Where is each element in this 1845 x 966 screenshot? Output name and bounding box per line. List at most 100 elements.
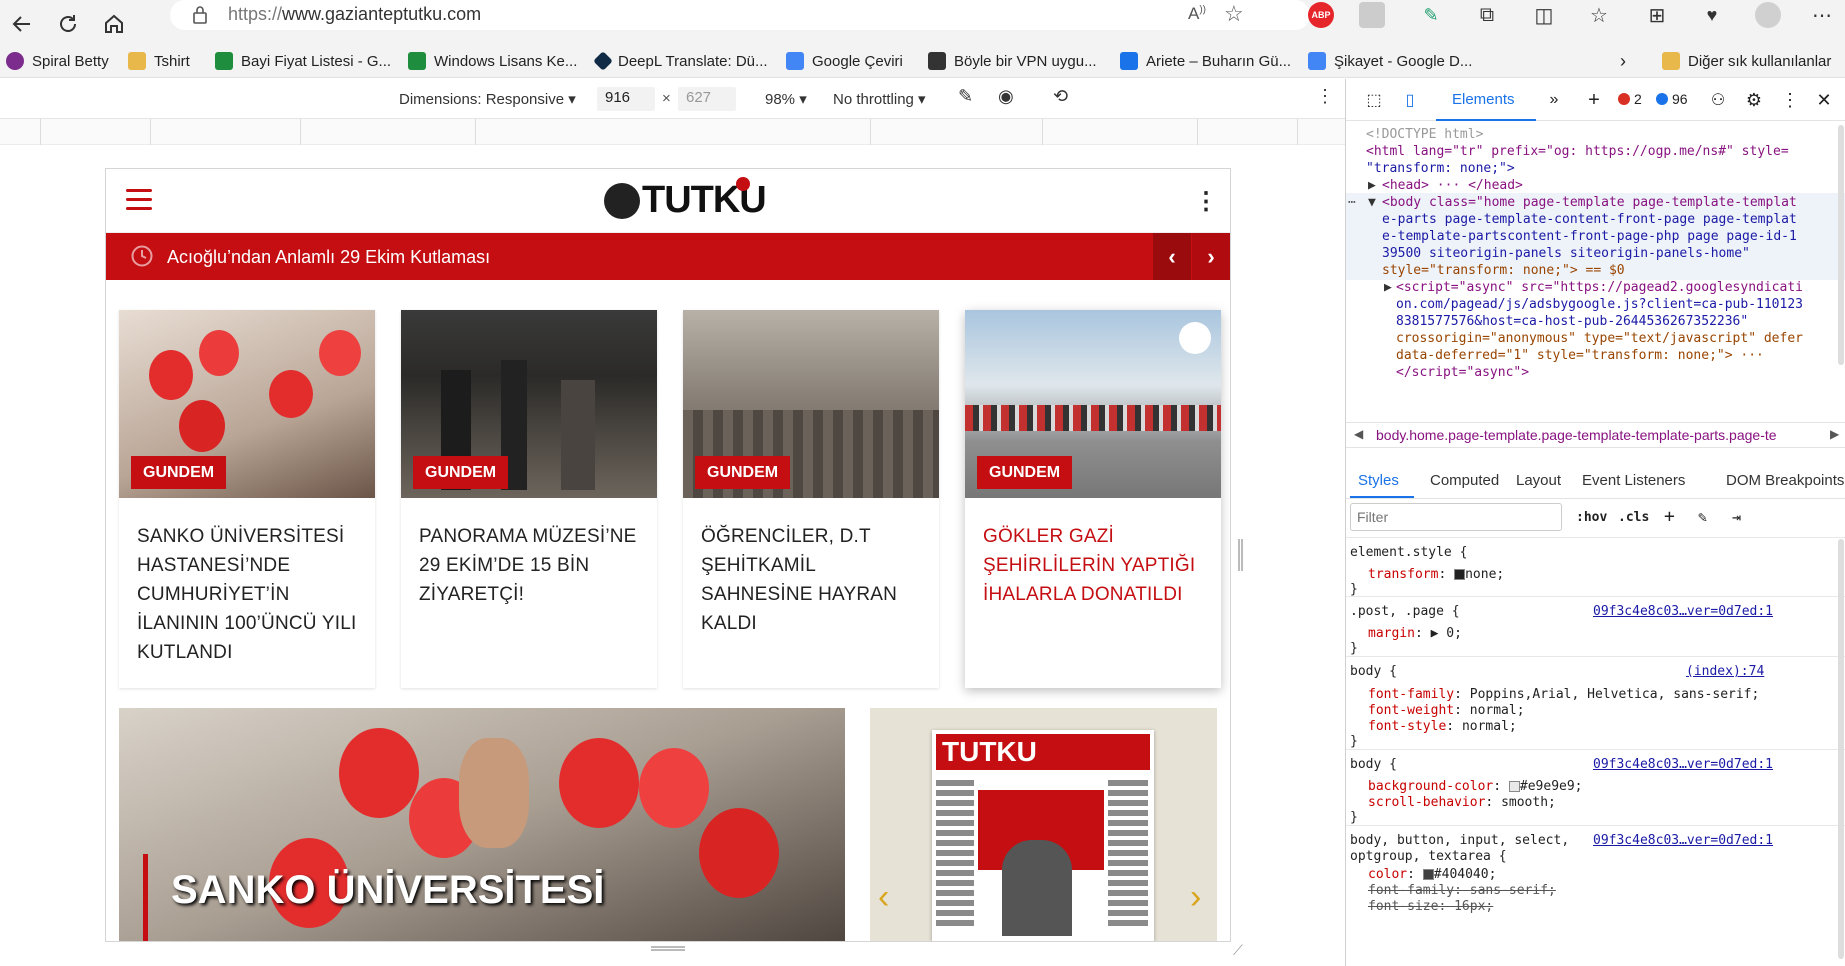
subtab-computed[interactable]: Computed xyxy=(1430,472,1499,489)
dimensions-select[interactable]: Dimensions: Responsive ▾ xyxy=(399,90,576,108)
style-source-link[interactable]: (index):74 xyxy=(1686,664,1764,679)
color-swatch-icon[interactable] xyxy=(1422,869,1434,880)
newspaper-next-arrow-icon[interactable]: › xyxy=(1190,878,1201,917)
node-actions-ellipsis-icon[interactable]: ⋯ xyxy=(1348,194,1356,211)
visual-search-icon[interactable] xyxy=(1179,322,1211,354)
news-card-title[interactable]: GÖKLER GAZİ ŞEHİRLİLERİN YAPTIĞI İHALARL… xyxy=(983,522,1208,609)
ticker-prev-button[interactable]: ‹ xyxy=(1153,233,1191,280)
bookmark-item[interactable]: DeepL Translate: Dü... xyxy=(593,48,768,74)
adblock-plus-icon[interactable]: ABP xyxy=(1308,2,1334,28)
settings-gear-icon[interactable]: ⚙ xyxy=(1742,88,1766,112)
zoom-select[interactable]: 98% ▾ xyxy=(765,90,807,108)
bookmark-item[interactable]: Tshirt xyxy=(128,48,190,74)
hero-slide[interactable]: SANKO ÜNİVERSİTESİ xyxy=(119,708,845,941)
styles-filter-input[interactable] xyxy=(1350,503,1562,531)
devtools-menu-icon[interactable]: ⋮ xyxy=(1778,88,1802,112)
newspaper-prev-arrow-icon[interactable]: ‹ xyxy=(878,878,889,917)
width-input[interactable]: 916 xyxy=(597,87,655,111)
hover-state-toggle[interactable]: :hov xyxy=(1576,510,1607,525)
style-selector[interactable]: body { xyxy=(1350,664,1397,679)
style-declaration[interactable]: transform: none; xyxy=(1368,567,1504,582)
breadcrumb-path[interactable]: body.home.page-template.page-template-te… xyxy=(1376,427,1777,443)
favorite-star-icon[interactable]: ☆ xyxy=(1224,1,1244,27)
bookmark-item[interactable]: Ariete – Buharın Gü... xyxy=(1120,48,1291,74)
extension-avatar-icon[interactable] xyxy=(1359,2,1385,28)
read-aloud-icon[interactable]: A)) xyxy=(1188,4,1206,24)
profile-avatar-icon[interactable] xyxy=(1755,2,1781,28)
eyedropper-icon[interactable]: ✎ xyxy=(958,86,973,107)
more-menu-icon[interactable]: ⋯ xyxy=(1809,2,1835,28)
class-toggle[interactable]: .cls xyxy=(1618,510,1649,525)
subtab-event-listeners[interactable]: Event Listeners xyxy=(1582,472,1685,489)
style-declaration[interactable]: background-color: #e9e9e9; xyxy=(1368,779,1583,794)
collections-icon[interactable]: ⊞ xyxy=(1644,2,1670,28)
subtab-layout[interactable]: Layout xyxy=(1516,472,1561,489)
device-toolbar-more-icon[interactable]: ⋮ xyxy=(1316,86,1334,107)
ticker-headline[interactable]: Acıoğlu’ndan Anlamlı 29 Ekim Kutlaması xyxy=(167,247,490,268)
new-tab-plus-icon[interactable]: + xyxy=(1582,88,1606,112)
kebab-menu-icon[interactable]: ⋮ xyxy=(1194,187,1218,216)
throttling-select[interactable]: No throttling ▾ xyxy=(833,90,926,108)
tab-elements[interactable]: Elements xyxy=(1436,79,1536,121)
resize-corner-icon[interactable]: ⟋ xyxy=(1233,942,1243,959)
address-bar[interactable]: https://www.gazianteptutku.com A)) ☆ xyxy=(170,0,1310,30)
more-tabs-chevron-icon[interactable]: » xyxy=(1542,88,1566,112)
grammar-extension-icon[interactable]: ✎ xyxy=(1418,2,1444,28)
collapse-triangle-icon[interactable]: ▼ xyxy=(1368,194,1376,211)
height-input[interactable]: 627 xyxy=(678,87,736,111)
bookmark-item[interactable]: Böyle bir VPN uygu... xyxy=(928,48,1097,74)
expand-triangle-icon[interactable]: ▶ xyxy=(1384,279,1392,296)
news-card[interactable]: GUNDEM PANORAMA MÜZESİ’NE 29 EKİM’DE 15 … xyxy=(401,310,657,688)
new-rule-plus-icon[interactable]: + xyxy=(1664,506,1675,527)
bookmark-item[interactable]: Şikayet - Google D... xyxy=(1308,48,1472,74)
dom-node[interactable]: <!DOCTYPE html> xyxy=(1366,126,1483,143)
category-badge[interactable]: GUNDEM xyxy=(131,456,227,489)
style-source-link[interactable]: 09f3c4e8c03…ver=0d7ed:1 xyxy=(1593,833,1773,848)
ticker-next-button[interactable]: › xyxy=(1192,233,1230,280)
breadcrumb-right-arrow-icon[interactable]: ▶ xyxy=(1830,427,1839,441)
style-declaration-overridden[interactable]: font-family: sans-serif; xyxy=(1368,883,1556,898)
dom-node[interactable]: </script="async"> xyxy=(1396,364,1529,381)
bookmark-folder-other[interactable]: Diğer sık kullanılanlar xyxy=(1662,48,1831,74)
error-counter[interactable]: 2 xyxy=(1618,91,1642,107)
subtab-dom-breakpoints[interactable]: DOM Breakpoints xyxy=(1726,472,1844,489)
category-badge[interactable]: GUNDEM xyxy=(977,456,1073,489)
bookmark-item[interactable]: Bayi Fiyat Listesi - G... xyxy=(215,48,391,74)
rotate-device-icon[interactable]: ⟲ xyxy=(1053,86,1068,107)
style-declaration-overridden[interactable]: font-size: 16px; xyxy=(1368,899,1493,914)
style-source-link[interactable]: 09f3c4e8c03…ver=0d7ed:1 xyxy=(1593,604,1773,619)
style-declaration[interactable]: font-weight: normal; xyxy=(1368,703,1525,718)
subtab-styles[interactable]: Styles xyxy=(1358,472,1399,489)
device-toggle-icon[interactable]: ▯ xyxy=(1398,88,1422,112)
style-declaration[interactable]: font-style: normal; xyxy=(1368,719,1517,734)
color-swatch-icon[interactable] xyxy=(1454,569,1466,580)
style-selector[interactable]: body, button, input, select, xyxy=(1350,833,1569,848)
extensions-puzzle-icon[interactable]: ⧉ xyxy=(1474,2,1500,28)
breadcrumb-left-arrow-icon[interactable]: ◀ xyxy=(1354,427,1363,441)
news-card[interactable]: GUNDEM ÖĞRENCİLER, D.T ŞEHİTKAMİL SAHNES… xyxy=(683,310,939,688)
dom-scrollbar[interactable] xyxy=(1838,125,1844,365)
bookmark-item[interactable]: Spiral Betty xyxy=(6,48,109,74)
style-declaration[interactable]: scroll-behavior: smooth; xyxy=(1368,795,1556,810)
reload-button[interactable] xyxy=(50,6,86,42)
style-declaration[interactable]: color: #404040; xyxy=(1368,867,1496,882)
favorites-icon[interactable]: ☆ xyxy=(1586,2,1612,28)
news-card-title[interactable]: SANKO ÜNİVERSİTESİ HASTANESİ’NDE CUMHURİ… xyxy=(137,522,362,667)
vision-deficiency-icon[interactable]: ◉ xyxy=(998,86,1014,107)
dom-node[interactable]: <head> ··· </head> xyxy=(1382,177,1523,194)
dom-node-selected[interactable]: <body class="home page-template page-tem… xyxy=(1382,194,1797,211)
newspaper-front-page[interactable]: TUTKU xyxy=(932,730,1154,941)
inspect-element-icon[interactable]: ⬚ xyxy=(1362,88,1386,112)
bookmark-item[interactable]: Google Çeviri xyxy=(786,48,903,74)
news-card-title[interactable]: ÖĞRENCİLER, D.T ŞEHİTKAMİL SAHNESİNE HAY… xyxy=(701,522,926,638)
styles-scrollbar[interactable] xyxy=(1838,539,1844,959)
news-card[interactable]: GUNDEM GÖKLER GAZİ ŞEHİRLİLERİN YAPTIĞI … xyxy=(965,310,1221,688)
hero-title[interactable]: SANKO ÜNİVERSİTESİ xyxy=(171,868,604,913)
paint-brush-icon[interactable]: ✎ xyxy=(1698,508,1707,526)
bookmark-item[interactable]: Windows Lisans Ke... xyxy=(408,48,577,74)
style-selector[interactable]: optgroup, textarea { xyxy=(1350,849,1507,864)
message-counter[interactable]: 96 xyxy=(1656,91,1688,107)
bookmarks-overflow-chevron-icon[interactable]: › xyxy=(1620,48,1626,74)
people-icon[interactable]: ⚇ xyxy=(1706,88,1730,112)
toggle-sidebar-icon[interactable]: ⇥ xyxy=(1732,508,1741,526)
